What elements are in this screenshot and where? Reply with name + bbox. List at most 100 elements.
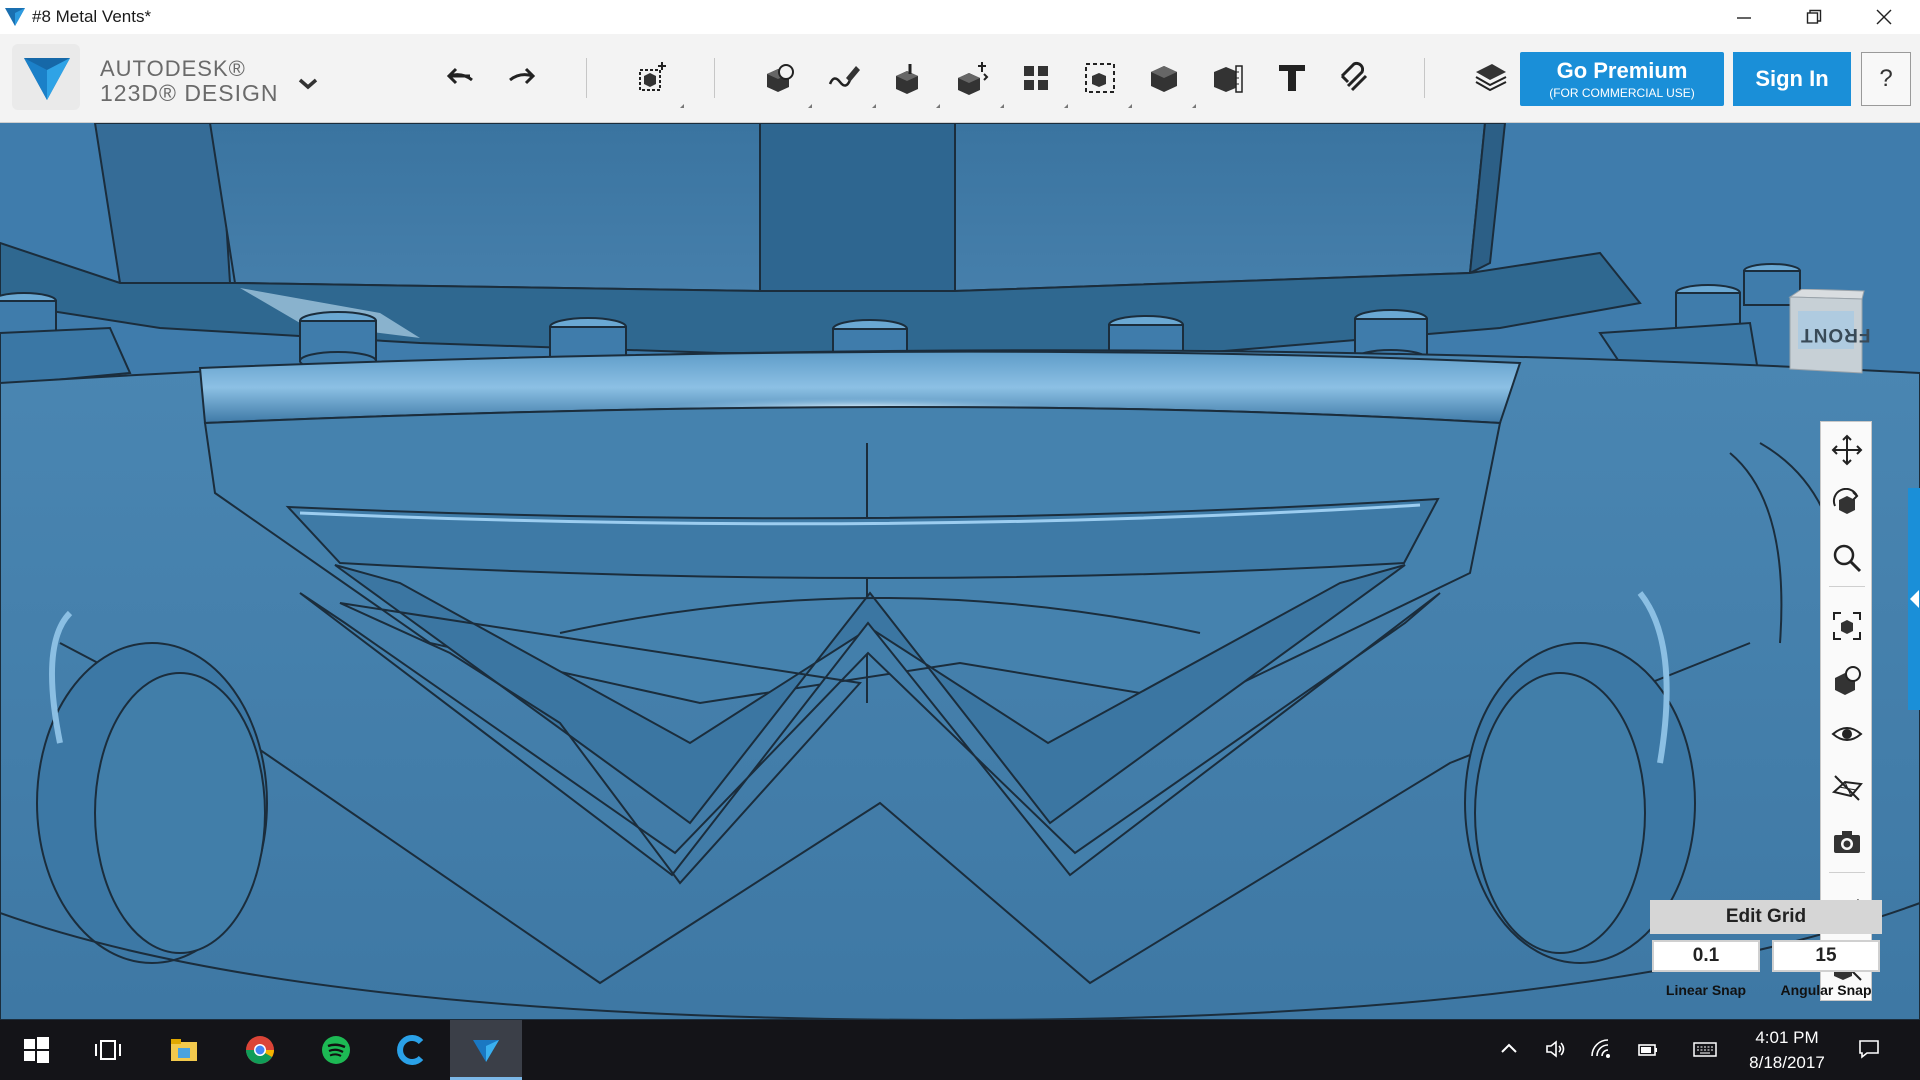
spotify-button[interactable]: [300, 1020, 372, 1080]
view-cube-front-label: FRONT: [1800, 324, 1871, 345]
windows-taskbar: 4:01 PM 8/18/2017: [0, 1020, 1920, 1080]
combine-button[interactable]: [1140, 54, 1188, 102]
grid-toggle-icon: [1831, 775, 1863, 801]
wifi-icon: [1591, 1039, 1610, 1058]
fit-view-button[interactable]: [1827, 606, 1867, 646]
title-bar: #8 Metal Vents*: [0, 0, 1920, 34]
windows-logo-icon: [24, 1037, 49, 1063]
construct-extrude-icon: [896, 64, 918, 94]
orbit-button[interactable]: [1827, 484, 1867, 524]
chrome-icon: [246, 1036, 274, 1064]
task-view-icon: [95, 1040, 121, 1060]
magnet-snap-icon: [1340, 61, 1368, 92]
toolbar-divider: [1424, 58, 1425, 98]
show-hidden-icons-button[interactable]: [1494, 1034, 1524, 1064]
view-cube[interactable]: FRONT: [1786, 288, 1870, 375]
app-menu-logo[interactable]: [12, 44, 80, 110]
3d-viewport[interactable]: FRONT Edit Grid 0.1 15 Linear Snap Angul…: [0, 123, 1920, 1020]
sketch-button[interactable]: [820, 54, 868, 102]
minimize-icon: [1737, 17, 1751, 19]
volume-icon: [1546, 1040, 1565, 1058]
redo-button[interactable]: [498, 54, 546, 102]
ccleaner-button[interactable]: [376, 1020, 448, 1080]
app-logo-icon: [5, 8, 25, 26]
measure-button[interactable]: [1204, 54, 1252, 102]
linear-snap-input[interactable]: 0.1: [1652, 940, 1760, 972]
restore-button[interactable]: [1786, 0, 1842, 34]
undo-arrow-icon: [446, 67, 473, 85]
measure-ruler-icon: [1214, 65, 1243, 93]
snap-button[interactable]: [1332, 54, 1380, 102]
angular-snap-label: Angular Snap: [1780, 982, 1872, 998]
text-t-icon: [1279, 65, 1305, 91]
restore-icon: [1806, 9, 1822, 24]
edit-grid-button[interactable]: Edit Grid: [1650, 900, 1882, 934]
camera-icon: [1834, 831, 1860, 853]
battery-icon: [1638, 1044, 1657, 1056]
start-button[interactable]: [0, 1020, 72, 1080]
fit-view-icon: [1833, 612, 1861, 640]
chrome-button[interactable]: [224, 1020, 296, 1080]
sign-in-button[interactable]: Sign In: [1733, 52, 1851, 106]
help-button[interactable]: ?: [1861, 52, 1911, 106]
file-explorer-button[interactable]: [148, 1020, 220, 1080]
transform-cube-icon: [639, 62, 666, 91]
materials-button[interactable]: [1466, 54, 1514, 102]
combine-solid-icon: [1151, 66, 1177, 92]
action-center-button[interactable]: [1854, 1034, 1884, 1064]
view-style-icon: [1835, 666, 1861, 695]
power-button[interactable]: [1633, 1034, 1663, 1064]
visibility-button[interactable]: [1827, 714, 1867, 754]
network-button[interactable]: [1586, 1034, 1616, 1064]
123d-design-icon: [473, 1040, 499, 1062]
screenshot-button[interactable]: [1827, 822, 1867, 862]
go-premium-button[interactable]: Go Premium (FOR COMMERCIAL USE): [1520, 52, 1724, 106]
grid-toggle-button[interactable]: [1827, 768, 1867, 808]
toolbar-divider: [714, 58, 715, 98]
sketch-pencil-icon: [828, 66, 860, 87]
angular-snap-input[interactable]: 15: [1772, 940, 1880, 972]
action-center-icon: [1859, 1040, 1879, 1059]
primitives-icon: [767, 64, 794, 92]
text-button[interactable]: [1268, 54, 1316, 102]
transform-button[interactable]: [628, 54, 676, 102]
123d-design-taskbar-button[interactable]: [450, 1020, 522, 1080]
chevron-down-icon[interactable]: [294, 70, 322, 98]
folder-icon: [171, 1039, 197, 1061]
ccleaner-icon: [397, 1035, 424, 1065]
premium-sublabel: (FOR COMMERCIAL USE): [1549, 86, 1695, 100]
modify-button[interactable]: [948, 54, 996, 102]
pan-button[interactable]: [1827, 430, 1867, 470]
grouping-button[interactable]: [1076, 54, 1124, 102]
group-cubes-icon: [1085, 63, 1115, 93]
primitives-button[interactable]: [756, 54, 804, 102]
zoom-button[interactable]: [1827, 538, 1867, 578]
123d-logo-icon: [24, 58, 70, 100]
model-render: [0, 123, 1920, 1020]
volume-button[interactable]: [1541, 1034, 1571, 1064]
premium-label: Go Premium: [1556, 58, 1688, 83]
minimize-button[interactable]: [1716, 0, 1772, 34]
pattern-button[interactable]: [1012, 54, 1060, 102]
pattern-grid-icon: [1024, 66, 1048, 90]
toolbar-divider: [586, 58, 587, 98]
layers-stack-icon: [1475, 64, 1507, 92]
clock-time[interactable]: 4:01 PM: [1752, 1028, 1822, 1048]
task-view-button[interactable]: [72, 1020, 144, 1080]
chevron-up-icon: [1501, 1043, 1517, 1053]
redo-arrow-icon: [509, 67, 536, 85]
expand-arrow-icon: [1910, 590, 1919, 608]
touch-keyboard-button[interactable]: [1690, 1034, 1720, 1064]
zoom-magnifier-icon: [1833, 544, 1862, 573]
spotify-icon: [322, 1036, 350, 1064]
close-button[interactable]: [1856, 0, 1912, 34]
clock-date[interactable]: 8/18/2017: [1742, 1053, 1832, 1073]
brand-product: 123D® DESIGN: [100, 80, 279, 106]
brand-autodesk: AUTODESK®: [100, 56, 246, 81]
close-icon: [1876, 9, 1892, 25]
view-style-button[interactable]: [1827, 660, 1867, 700]
orbit-icon: [1832, 488, 1859, 514]
undo-button[interactable]: [436, 54, 484, 102]
main-toolbar: AUTODESK® 123D® DESIGN Go Premium (FOR C…: [0, 34, 1920, 123]
construct-button[interactable]: [884, 54, 932, 102]
